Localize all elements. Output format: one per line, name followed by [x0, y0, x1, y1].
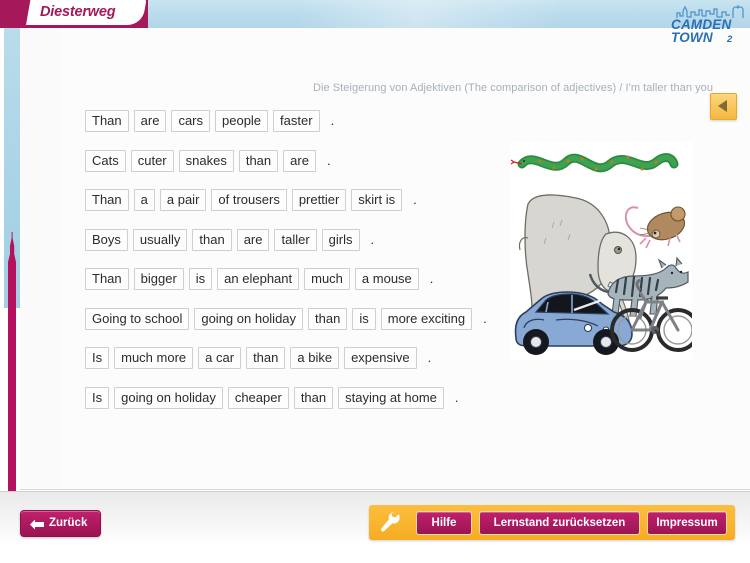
word-chip[interactable]: much more	[114, 347, 194, 369]
word-chip[interactable]: an elephant	[217, 268, 300, 290]
word-chip[interactable]: than	[192, 228, 232, 251]
word-chip[interactable]: more exciting	[380, 307, 473, 330]
sentence-row: Than are cars people faster.	[85, 110, 495, 132]
word-chip[interactable]: Boys	[85, 228, 128, 251]
lesson-content-area: Die Steigerung von Adjektiven (The compa…	[20, 28, 750, 490]
word-chip[interactable]: Than	[85, 189, 129, 211]
series-logo-number: 2	[727, 34, 733, 45]
sentence-row: Than bigger is an elephant much a mouse.	[85, 268, 495, 290]
sentence-rows: Than are cars people faster. Cats cuter snakes t…	[85, 110, 495, 426]
imprint-button[interactable]: Impressum	[647, 511, 727, 535]
word-chip[interactable]: are	[283, 149, 316, 172]
sentence-period: .	[429, 271, 434, 286]
help-button[interactable]: Hilfe	[416, 511, 472, 535]
sentence-period: .	[370, 231, 375, 247]
sentence-row: Cats cuter snakes than are.	[85, 149, 495, 172]
word-chip[interactable]: going on holiday	[194, 307, 304, 330]
back-button[interactable]: Zurück	[20, 510, 101, 537]
reset-progress-button[interactable]: Lernstand zurücksetzen	[479, 511, 640, 535]
word-chip[interactable]: expensive	[344, 347, 417, 369]
sentence-row: Is going on holiday cheaper than staying at …	[85, 386, 495, 409]
word-chip[interactable]: Than	[85, 110, 129, 132]
word-chip[interactable]: Cats	[85, 149, 126, 172]
sentence-row: Boys usually than are taller girls.	[85, 228, 495, 251]
word-chip[interactable]: taller	[274, 228, 317, 251]
word-chip[interactable]: girls	[321, 228, 360, 251]
word-chip[interactable]: than	[238, 149, 279, 172]
word-chip[interactable]: skirt is	[351, 189, 403, 211]
back-button-label: Zurück	[49, 517, 88, 529]
word-chip[interactable]: are	[236, 228, 270, 251]
word-chip[interactable]: a car	[198, 347, 242, 369]
word-chip[interactable]: people	[215, 110, 269, 132]
word-chip[interactable]: a	[133, 189, 155, 211]
sentence-period: .	[454, 389, 459, 405]
word-chip[interactable]: snakes	[178, 149, 234, 172]
application-window: Diesterweg CAMDEN TOWN 2 Die Steigerung …	[0, 0, 750, 563]
word-chip[interactable]: are	[133, 110, 167, 132]
word-chip[interactable]: a bike	[290, 347, 340, 369]
word-chip[interactable]: Than	[85, 268, 129, 290]
word-chip[interactable]: is	[188, 268, 213, 290]
sentence-row: Going to school going on holiday than is mor…	[85, 307, 495, 330]
word-chip[interactable]: cuter	[130, 149, 174, 172]
sentence-row: Is much more a car than a bike expensive.	[85, 347, 495, 369]
sentence-period: .	[326, 152, 331, 168]
header-sheen	[300, 0, 560, 28]
animals-and-vehicles-illustration	[510, 142, 692, 360]
word-chip[interactable]: going on holiday	[114, 386, 223, 409]
word-chip[interactable]: is	[352, 307, 376, 330]
word-chip[interactable]: cheaper	[227, 386, 289, 409]
arrow-left-icon	[30, 519, 44, 530]
word-chip[interactable]: much	[304, 268, 350, 290]
series-logo: CAMDEN TOWN 2	[669, 4, 747, 46]
panel-collapse-tab[interactable]	[710, 93, 737, 120]
sentence-period: .	[427, 350, 432, 365]
word-chip[interactable]: than	[246, 347, 286, 369]
sentence-period: .	[483, 310, 487, 326]
sentence-period: .	[330, 113, 335, 128]
word-chip[interactable]: Is	[85, 386, 110, 409]
word-chip[interactable]: of trousers	[211, 189, 287, 211]
word-chip[interactable]: faster	[273, 110, 320, 132]
triangle-left-icon	[718, 100, 727, 112]
word-chip[interactable]: Is	[85, 347, 110, 369]
word-chip[interactable]: staying at home	[338, 386, 444, 409]
wrench-icon	[381, 512, 400, 532]
lesson-subtitle: Die Steigerung von Adjektiven (The compa…	[313, 82, 713, 94]
sentence-period: .	[413, 192, 417, 207]
publisher-logo[interactable]: Diesterweg	[0, 0, 149, 28]
word-chip[interactable]: bigger	[133, 268, 184, 290]
word-chip[interactable]: a mouse	[354, 268, 419, 290]
word-chip[interactable]: prettier	[291, 189, 347, 211]
series-logo-line2: TOWN	[671, 30, 713, 45]
word-chip[interactable]: usually	[132, 228, 188, 251]
word-chip[interactable]: Going to school	[85, 307, 190, 330]
word-chip[interactable]: than	[308, 307, 348, 330]
word-chip[interactable]: cars	[171, 110, 210, 132]
word-chip[interactable]: than	[293, 386, 334, 409]
tools-toolbar: Hilfe Lernstand zurücksetzen Impressum	[369, 505, 735, 540]
tower-silhouette-icon	[8, 232, 16, 494]
word-chip[interactable]: a pair	[159, 189, 207, 211]
sentence-row: Than a a pair of trousers prettier skirt is.	[85, 189, 495, 211]
footer-bar: Zurück Hilfe Lernstand zurücksetzen Impr…	[0, 491, 750, 563]
publisher-logo-text: Diesterweg	[40, 4, 116, 20]
